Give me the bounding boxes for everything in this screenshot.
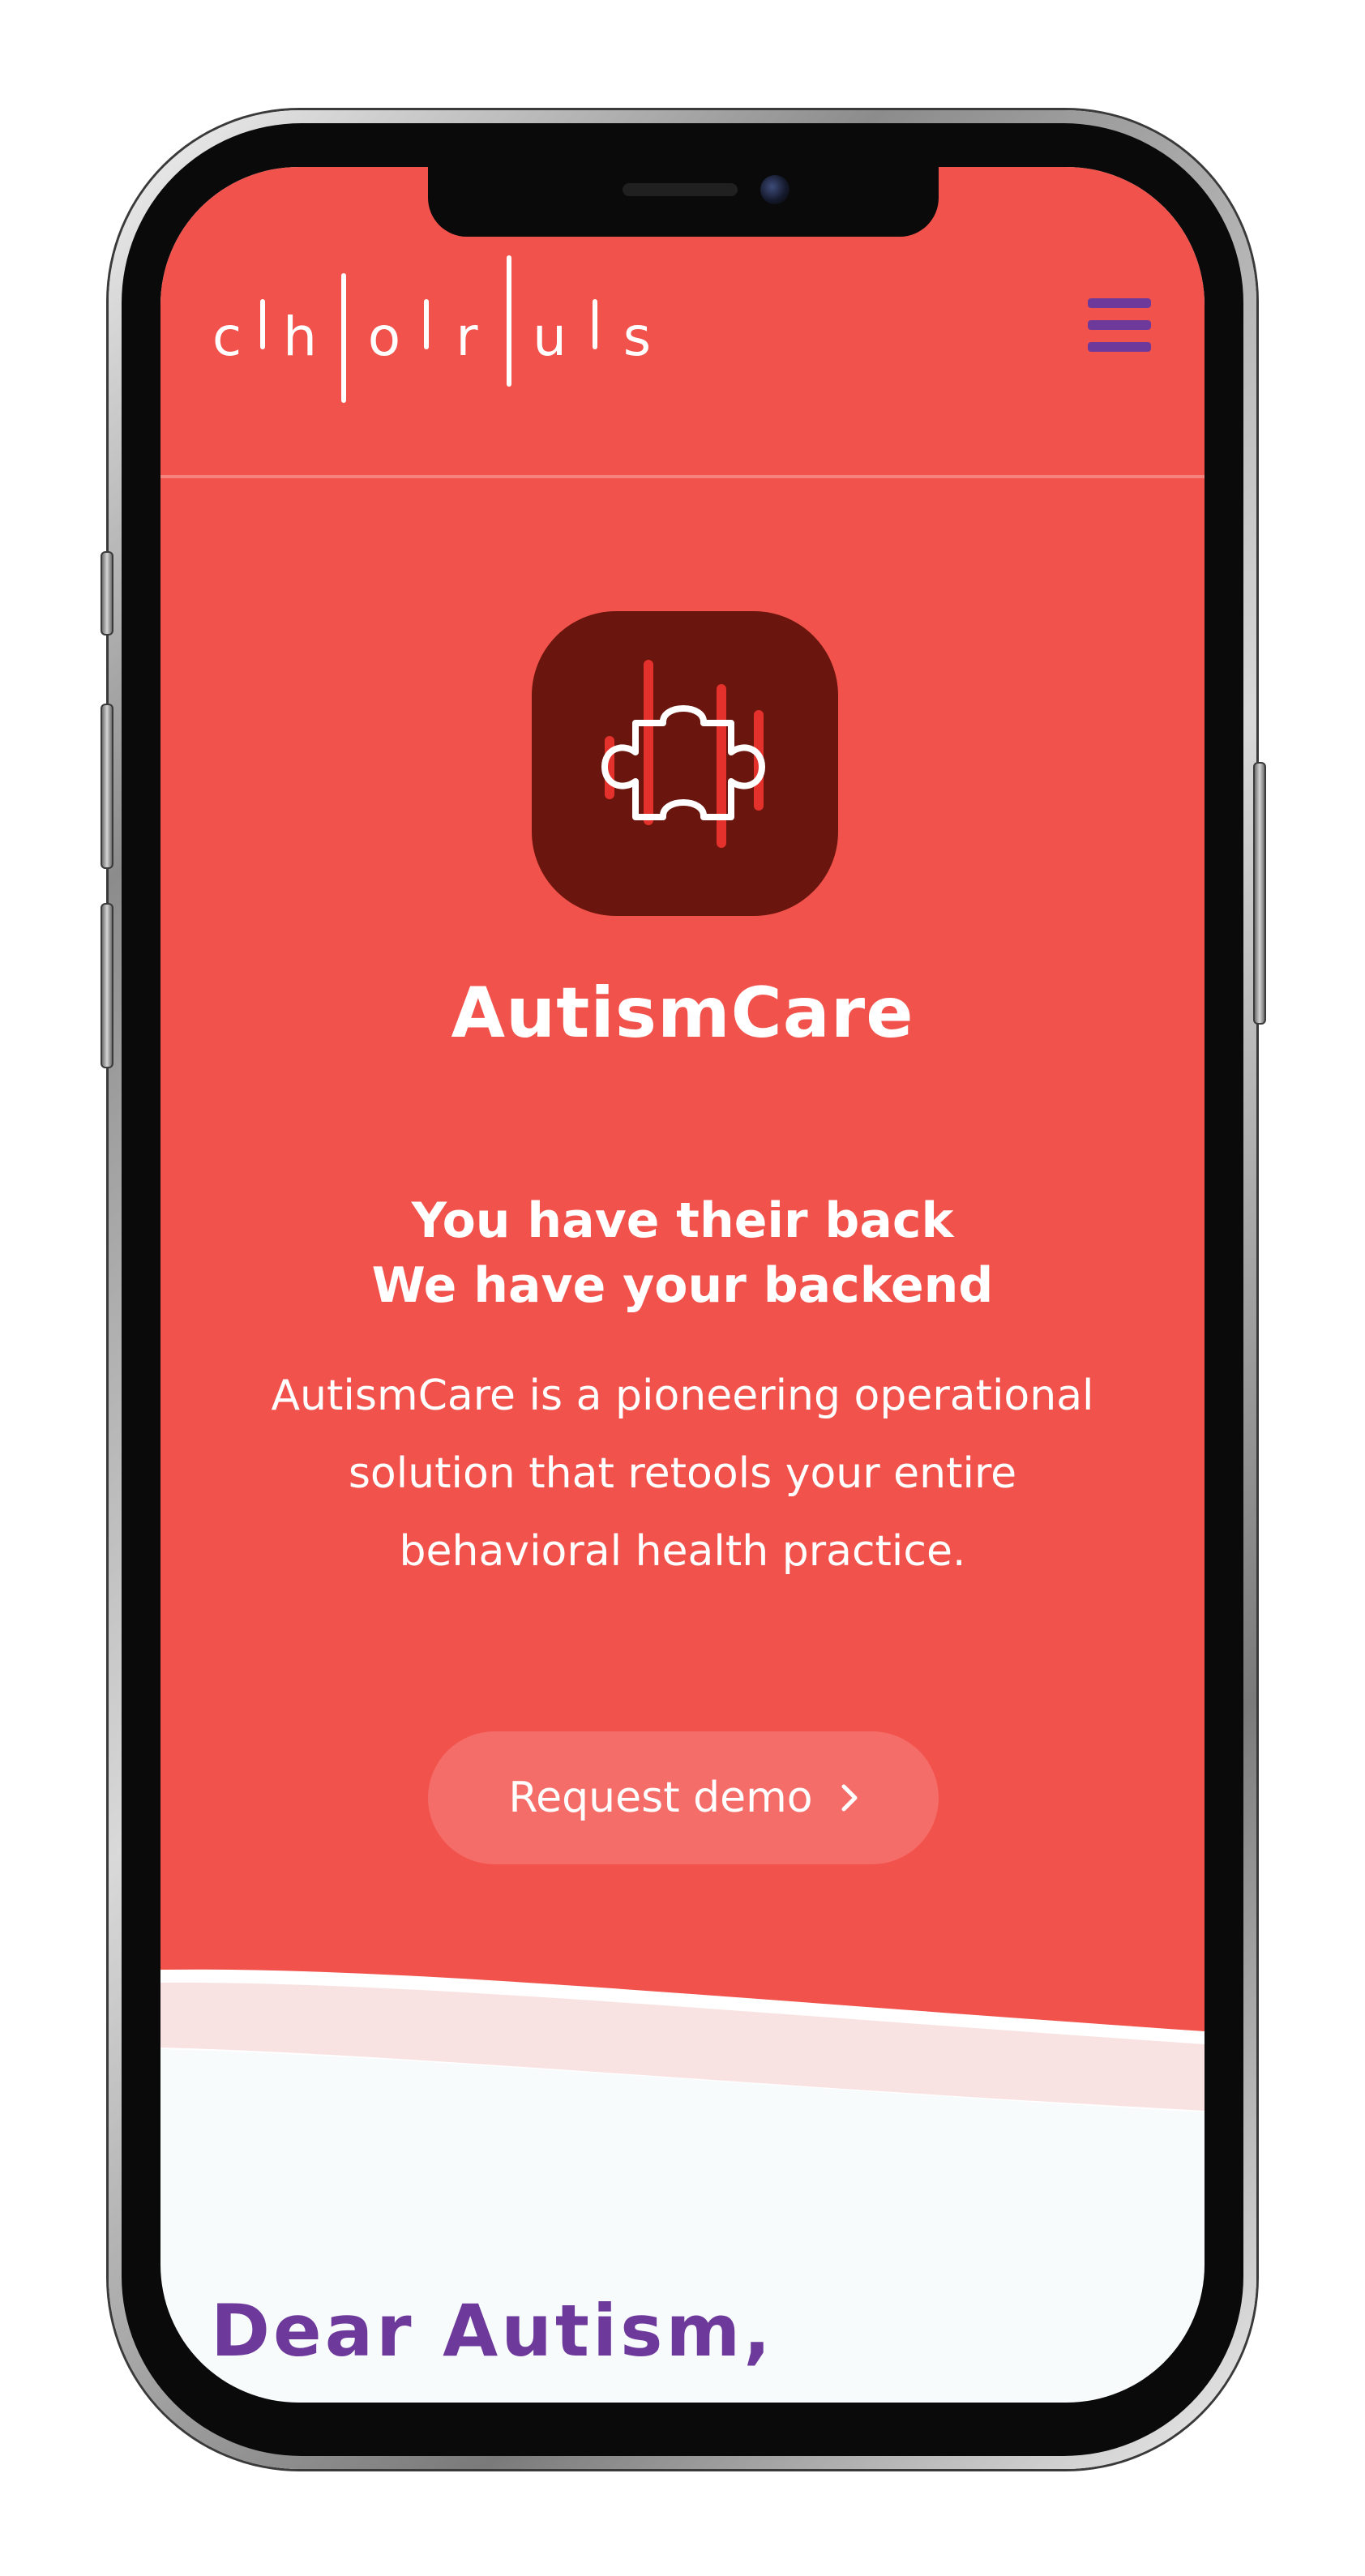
logo-letter-o: o xyxy=(368,306,400,368)
earpiece-speaker xyxy=(623,183,738,196)
logo-letter-h: h xyxy=(283,306,317,368)
hero-description: AutismCare is a pioneering operational s… xyxy=(209,1357,1156,1590)
section-title: Dear Autism, xyxy=(211,2289,774,2373)
phone-screen: c h o r u s AutismCare You have their ba… xyxy=(160,167,1205,2403)
chorus-logo[interactable]: c h o r u s xyxy=(209,251,663,405)
phone-mute-switch xyxy=(101,551,113,635)
header-divider xyxy=(160,475,1205,478)
autismcare-app-icon xyxy=(532,611,838,916)
chevron-right-icon xyxy=(841,1784,858,1812)
logo-letter-r: r xyxy=(456,306,478,368)
logo-letter-s: s xyxy=(623,306,651,368)
tagline-line-2: We have your backend xyxy=(371,1257,994,1314)
phone-power-button xyxy=(1253,762,1266,1025)
hamburger-menu-icon[interactable] xyxy=(1086,297,1153,353)
description-line-1: AutismCare is a pioneering operational xyxy=(271,1371,1094,1420)
phone-notch xyxy=(428,167,939,237)
front-camera xyxy=(760,175,789,204)
request-demo-button[interactable]: Request demo xyxy=(428,1731,939,1864)
puzzle-piece-sound-bars-icon xyxy=(601,660,765,848)
phone-volume-up-button xyxy=(101,704,113,869)
hero-wave-divider xyxy=(160,1969,1205,2112)
product-name: AutismCare xyxy=(451,973,914,1054)
description-line-3: behavioral health practice. xyxy=(399,1527,966,1576)
logo-letter-u: u xyxy=(533,306,567,368)
request-demo-label: Request demo xyxy=(508,1774,813,1822)
tagline-line-1: You have their back xyxy=(411,1192,954,1249)
hero-section: c h o r u s AutismCare You have their ba… xyxy=(160,167,1205,2031)
description-line-2: solution that retools your entire xyxy=(348,1449,1017,1498)
hero-tagline: You have their back We have your backend xyxy=(160,1188,1205,1318)
phone-volume-down-button xyxy=(101,903,113,1068)
logo-letter-c: c xyxy=(212,306,242,368)
